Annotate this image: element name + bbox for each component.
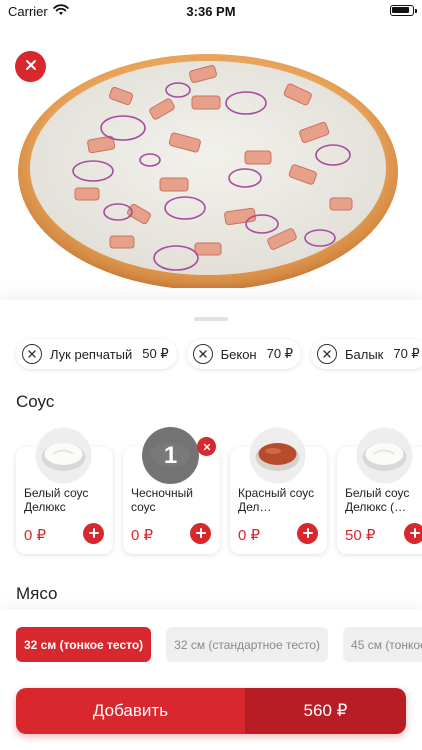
close-icon xyxy=(203,438,211,456)
ingredient-price: 50 ₽ xyxy=(142,346,169,361)
sauce-price: 0 ₽ xyxy=(24,527,47,544)
remove-ingredient-icon[interactable] xyxy=(22,344,42,364)
ingredient-name: Бекон xyxy=(220,346,257,362)
ingredient-name: Лук репчатый xyxy=(50,346,133,362)
size-option-active[interactable]: 32 см (тонкое тесто) xyxy=(16,627,152,662)
sauce-name: Красный соус Дел… xyxy=(238,486,315,514)
product-image-area xyxy=(0,24,422,304)
sheet-grabber[interactable] xyxy=(194,317,228,321)
remove-ingredient-icon[interactable] xyxy=(192,344,213,364)
total-price: 560 ₽ xyxy=(245,688,406,734)
selected-count-badge: 1 xyxy=(142,427,199,484)
ingredient-name: Балык xyxy=(344,346,384,362)
plus-icon xyxy=(302,525,313,543)
section-title-meat: Мясо xyxy=(16,584,58,603)
size-option[interactable]: 45 см (тонкое xyxy=(343,627,422,662)
size-option[interactable]: 32 см (стандартное тесто) xyxy=(166,627,329,662)
battery-icon xyxy=(390,5,417,16)
plus-icon xyxy=(88,525,99,543)
add-to-cart-button[interactable]: Добавить 560 ₽ xyxy=(16,688,406,734)
status-time: 3:36 PM xyxy=(186,4,236,19)
remove-sauce-button[interactable] xyxy=(197,437,216,456)
add-sauce-button[interactable] xyxy=(404,523,422,544)
sauce-list: Белый соус Делюкс 0 ₽ 1 Чесночный соус 0… xyxy=(16,427,422,554)
add-button-label: Добавить xyxy=(16,688,245,734)
remove-ingredient-icon[interactable] xyxy=(316,344,337,364)
sauce-card[interactable]: 1 Чесночный соус 0 ₽ xyxy=(123,427,220,554)
sauce-price: 0 ₽ xyxy=(238,527,261,544)
ingredient-chip[interactable]: Бекон 70 ₽ xyxy=(186,339,301,369)
sauce-price: 0 ₽ xyxy=(131,527,154,544)
selected-ingredients: Лук репчатый 50 ₽ Бекон 70 ₽ Балык 70 ₽ xyxy=(16,339,422,369)
sauce-card[interactable]: Белый соус Делюкс (… 50 ₽ xyxy=(337,427,422,554)
close-icon xyxy=(25,58,37,76)
sauce-name: Чесночный соус xyxy=(131,486,193,514)
section-title-sauce: Соус xyxy=(16,392,55,411)
product-sheet: Лук репчатый 50 ₽ Бекон 70 ₽ Балык 70 ₽ … xyxy=(0,300,422,750)
add-sauce-button[interactable] xyxy=(297,523,318,544)
size-selector: 32 см (тонкое тесто) 32 см (стандартное … xyxy=(0,610,422,670)
white-sauce-image xyxy=(35,427,92,484)
white-sauce-image xyxy=(356,427,413,484)
sauce-price: 50 ₽ xyxy=(345,527,376,544)
red-sauce-image xyxy=(249,427,306,484)
add-sauce-button[interactable] xyxy=(190,523,211,544)
ingredient-chip[interactable]: Балык 70 ₽ xyxy=(310,339,422,369)
sauce-card[interactable]: Белый соус Делюкс 0 ₽ xyxy=(16,427,113,554)
close-button[interactable] xyxy=(15,51,46,82)
pizza-image xyxy=(18,54,398,288)
ingredient-price: 70 ₽ xyxy=(266,346,293,361)
ingredient-chip[interactable]: Лук репчатый 50 ₽ xyxy=(16,339,177,369)
plus-icon xyxy=(409,525,420,543)
sauce-name: Белый соус Делюкс (… xyxy=(345,486,410,514)
add-sauce-button[interactable] xyxy=(83,523,104,544)
sauce-name: Белый соус Делюкс xyxy=(24,486,89,514)
sauce-card[interactable]: Красный соус Дел… 0 ₽ xyxy=(230,427,327,554)
status-bar: Carrier 3:36 PM xyxy=(0,0,422,24)
ingredient-price: 70 ₽ xyxy=(393,346,420,361)
plus-icon xyxy=(195,525,206,543)
